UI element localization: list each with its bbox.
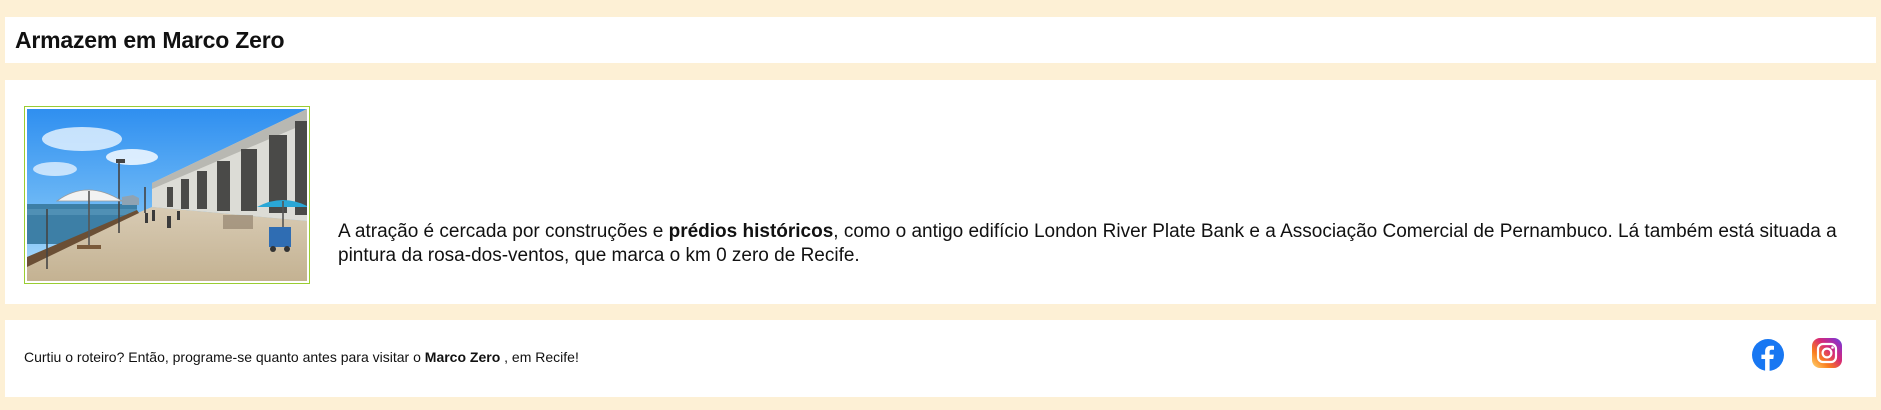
content-card: A atração é cercada por construções e pr… bbox=[5, 80, 1876, 304]
instagram-link[interactable] bbox=[1811, 337, 1843, 369]
footer-text-before: Curtiu o roteiro? Então, programe-se qua… bbox=[24, 349, 425, 365]
paragraph-text-before: A atração é cercada por construções e bbox=[338, 221, 669, 242]
facebook-icon bbox=[1752, 339, 1784, 371]
footer-text-after: , em Recife! bbox=[500, 349, 579, 365]
instagram-icon bbox=[1812, 338, 1842, 368]
footer-highlight: Marco Zero bbox=[424, 349, 501, 365]
photo-frame bbox=[24, 106, 310, 284]
content-paragraph: A atração é cercada por construções e pr… bbox=[338, 220, 1838, 268]
page-title: Armazem em Marco Zero bbox=[15, 26, 285, 53]
title-bar: Armazem em Marco Zero bbox=[5, 17, 1876, 63]
footer-card: Curtiu o roteiro? Então, programe-se qua… bbox=[5, 320, 1876, 397]
facebook-link[interactable] bbox=[1752, 339, 1784, 371]
footer-message: Curtiu o roteiro? Então, programe-se qua… bbox=[24, 348, 579, 366]
marco-zero-photo bbox=[27, 109, 307, 281]
paragraph-highlight: prédios históricos bbox=[668, 221, 834, 242]
